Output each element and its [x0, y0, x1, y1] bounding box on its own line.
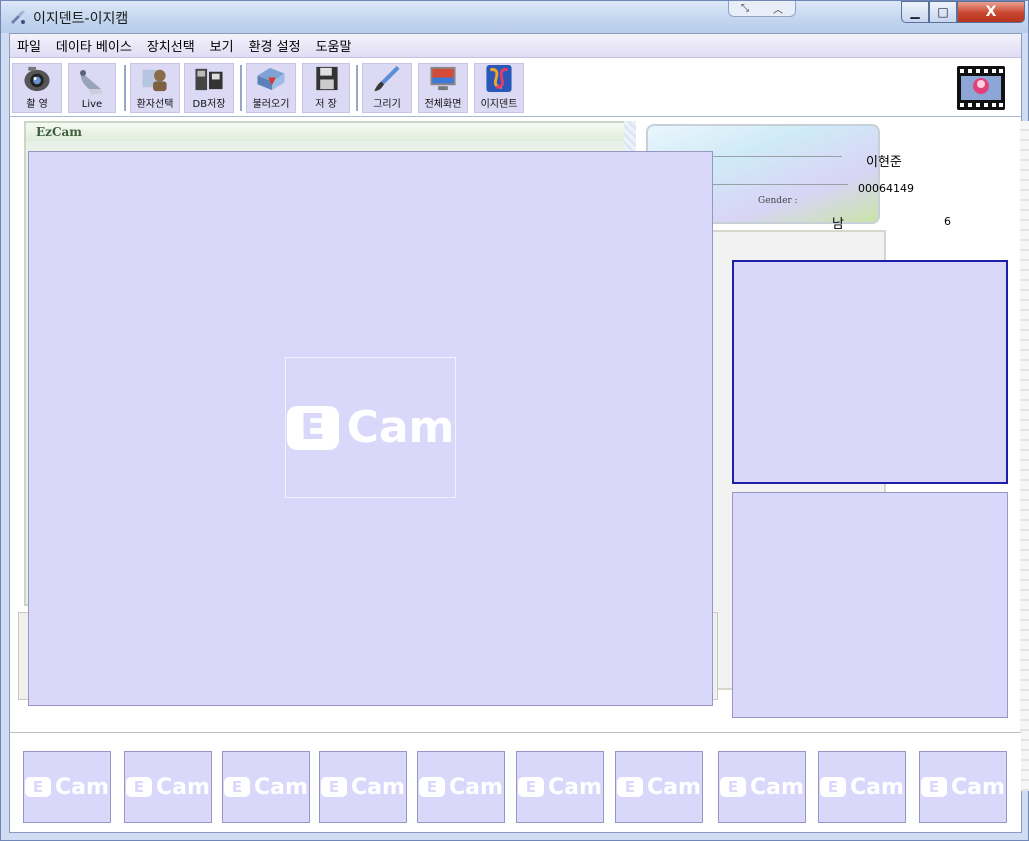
patient-age: 6 [944, 215, 951, 228]
dental-tool-icon [11, 10, 25, 24]
thumbnail-label: Cam [951, 774, 1005, 800]
chevron-up-icon[interactable]: ︿ [773, 1, 783, 16]
fullscreen-monitor-icon [430, 66, 456, 91]
logo-mark: E [419, 777, 446, 797]
thumbnail-slot[interactable]: E Cam [23, 751, 111, 823]
logo-mark: E [321, 777, 348, 797]
menu-device-select[interactable]: 장치선택 [146, 35, 196, 56]
menu-help[interactable]: 도움말 [315, 35, 353, 56]
patient-name: 이현준 [866, 155, 902, 170]
camera-icon [24, 66, 50, 92]
toolbar-label: 불러오기 [252, 99, 290, 110]
thumbnail-slot[interactable]: E Cam [919, 751, 1007, 823]
thumbnail-slot[interactable]: E Cam [516, 751, 604, 823]
fullscreen-button[interactable]: 전체화면 [418, 63, 468, 113]
panel-header: EzCam [26, 123, 632, 141]
thumbnail-slot[interactable]: E Cam [319, 751, 407, 823]
patient-chart-number: 00064149 [858, 182, 914, 195]
gender-label: Gender : [758, 196, 798, 206]
toolbar-separator [356, 65, 358, 111]
logo-mark: E [126, 777, 153, 797]
app-window: 이지덴트-이지캠 ⤡ ︿ ▁ □ X 파일 데이타 베이스 장치선택 보기 환경… [0, 0, 1029, 841]
thumbnail-label: Cam [750, 774, 804, 800]
thumbnail-slot[interactable]: E Cam [818, 751, 906, 823]
toolbar: 촬 영 Live 환자선택 DB저장 불러오기 저 장 그리기 전체화면 이지덴… [10, 59, 1021, 117]
close-button[interactable]: X [957, 1, 1025, 23]
db-save-icon [195, 68, 223, 91]
thumbnail-strip: E Cam E Cam E Cam E Cam E Cam E Cam E Cam E Cam … [10, 732, 1021, 832]
resize-icon[interactable]: ⤡ [741, 3, 749, 14]
logo-mark: E [518, 777, 545, 797]
thumbnail-label: Cam [647, 774, 701, 800]
logo-mark: E [617, 777, 644, 797]
thumbnail-label: Cam [55, 774, 109, 800]
thumbnail-label: Cam [156, 774, 210, 800]
thumbnail-label: Cam [351, 774, 405, 800]
title-bar-options[interactable]: ⤡ ︿ [728, 1, 796, 17]
thumbnail-slot[interactable]: E Cam [222, 751, 310, 823]
thumbnail-slot[interactable]: E Cam [124, 751, 212, 823]
logo-mark: E [224, 777, 251, 797]
film-reel-logo-icon [957, 66, 1005, 110]
side-image-viewer[interactable] [732, 492, 1008, 718]
load-button[interactable]: 불러오기 [246, 63, 296, 113]
patient-select-icon [142, 69, 167, 92]
logo-mark: E [820, 777, 847, 797]
main-image-viewer[interactable]: E Cam [28, 151, 713, 706]
logo-text: Cam [346, 402, 455, 453]
thumbnail-label: Cam [254, 774, 308, 800]
toolbar-label: DB저장 [192, 99, 226, 110]
logo-mark: E [25, 777, 52, 797]
thumbnail-label: Cam [548, 774, 602, 800]
menu-settings[interactable]: 환경 설정 [248, 35, 302, 56]
ezdent-logo-icon [486, 64, 512, 93]
draw-button[interactable]: 그리기 [362, 63, 412, 113]
menu-bar: 파일 데이타 베이스 장치선택 보기 환경 설정 도움말 [10, 34, 1021, 58]
toolbar-label: 이지덴트 [480, 99, 518, 110]
ezdent-button[interactable]: 이지덴트 [474, 63, 524, 113]
toolbar-label: Live [81, 99, 103, 110]
patient-select-button[interactable]: 환자선택 [130, 63, 180, 113]
brush-icon [374, 65, 400, 92]
thumbnail-slot[interactable]: E Cam [615, 751, 703, 823]
toolbar-label: 환자선택 [136, 99, 174, 110]
maximize-button[interactable]: □ [929, 1, 957, 23]
card-divider [708, 184, 848, 185]
capture-button[interactable]: 촬 영 [12, 63, 62, 113]
thumbnail-label: Cam [850, 774, 904, 800]
patient-gender: 남 [832, 217, 844, 232]
thumbnail-slot[interactable]: E Cam [417, 751, 505, 823]
toolbar-label: 저 장 [315, 99, 337, 110]
toolbar-separator [240, 65, 242, 111]
live-camera-icon [80, 70, 103, 95]
toolbar-separator [124, 65, 126, 111]
ezcam-logo: E Cam [285, 357, 456, 498]
menu-view[interactable]: 보기 [209, 35, 235, 56]
menu-database[interactable]: 데이타 베이스 [55, 35, 133, 56]
load-icon [257, 67, 285, 91]
toolbar-label: 그리기 [373, 99, 401, 110]
title-bar[interactable]: 이지덴트-이지캠 ⤡ ︿ ▁ □ X [1, 1, 1028, 33]
minimize-button[interactable]: ▁ [901, 1, 929, 23]
db-save-button[interactable]: DB저장 [184, 63, 234, 113]
logo-mark: E [286, 405, 339, 450]
floppy-save-icon [316, 66, 338, 91]
client-area: 파일 데이타 베이스 장치선택 보기 환경 설정 도움말 촬 영 Live 환자… [9, 33, 1029, 833]
thumbnail-slot[interactable]: E Cam [718, 751, 806, 823]
thumbnail-label: Cam [449, 774, 503, 800]
window-controls: ▁ □ X [901, 1, 1025, 23]
toolbar-label: 촬 영 [26, 99, 48, 110]
toolbar-label: 전체화면 [424, 99, 462, 110]
right-scroll-strip[interactable] [1020, 121, 1029, 791]
live-button[interactable]: Live [68, 63, 116, 113]
menu-file[interactable]: 파일 [16, 35, 42, 56]
logo-mark: E [720, 777, 747, 797]
logo-mark: E [921, 777, 948, 797]
window-title: 이지덴트-이지캠 [33, 11, 129, 27]
save-button[interactable]: 저 장 [302, 63, 350, 113]
side-image-viewer-selected[interactable] [732, 260, 1008, 484]
